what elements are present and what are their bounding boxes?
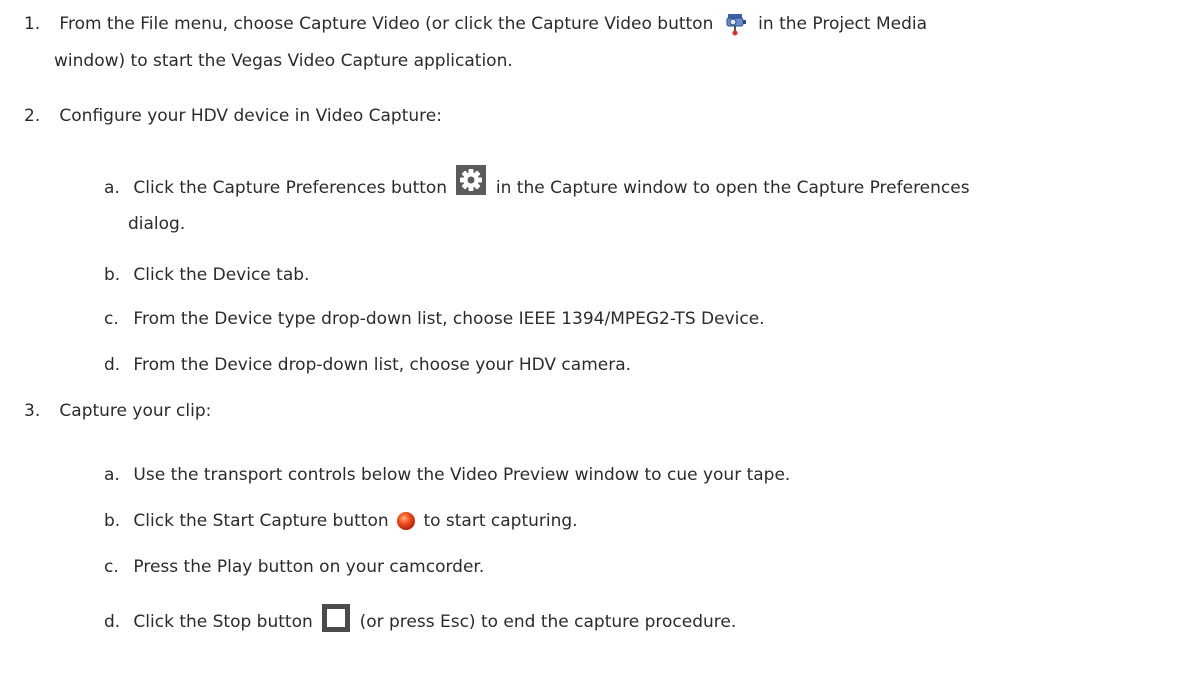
step-1-line-2: window) to start the Vegas Video Capture… bbox=[54, 50, 513, 72]
step-3b-line: b. Click the Start Capture button to sta… bbox=[104, 510, 578, 532]
substep-letter: c. bbox=[104, 309, 119, 329]
step-2a-line-2: dialog. bbox=[128, 213, 185, 235]
substep-text: Click the Device tab. bbox=[133, 265, 310, 285]
substep-text: (or press Esc) to end the capture proced… bbox=[359, 612, 737, 632]
substep-text: dialog. bbox=[128, 214, 186, 234]
capture-video-camera-icon bbox=[725, 12, 747, 36]
stop-icon bbox=[322, 604, 351, 632]
step-1-line-1: 1. From the File menu, choose Capture Vi… bbox=[24, 12, 927, 36]
step-number: 1. bbox=[24, 14, 41, 34]
step-text: From the File menu, choose Capture Video… bbox=[59, 14, 714, 34]
substep-text: Use the transport controls below the Vid… bbox=[133, 465, 791, 485]
substep-letter: a. bbox=[104, 178, 120, 198]
instruction-document: 1. From the File menu, choose Capture Vi… bbox=[0, 0, 1178, 685]
step-3c-line: c. Press the Play button on your camcord… bbox=[104, 556, 484, 578]
step-number: 3. bbox=[24, 401, 41, 421]
step-2-line: 2. Configure your HDV device in Video Ca… bbox=[24, 105, 442, 127]
step-2c-line: c. From the Device type drop-down list, … bbox=[104, 308, 765, 330]
step-text: window) to start the Vegas Video Capture… bbox=[54, 51, 513, 71]
step-number: 2. bbox=[24, 106, 41, 126]
substep-letter: b. bbox=[104, 265, 121, 285]
substep-text: in the Capture window to open the Captur… bbox=[495, 178, 970, 198]
substep-text: Click the Capture Preferences button bbox=[133, 178, 448, 198]
step-text: Capture your clip: bbox=[59, 401, 212, 421]
substep-letter: d. bbox=[104, 612, 121, 632]
substep-text: Click the Start Capture button bbox=[133, 511, 389, 531]
substep-letter: d. bbox=[104, 355, 121, 375]
gear-icon bbox=[456, 165, 487, 195]
substep-letter: c. bbox=[104, 557, 119, 577]
step-3-line: 3. Capture your clip: bbox=[24, 400, 211, 422]
substep-text: Press the Play button on your camcorder. bbox=[133, 557, 485, 577]
substep-text: to start capturing. bbox=[423, 511, 578, 531]
step-3d-line: d. Click the Stop button (or press Esc) … bbox=[104, 604, 737, 636]
record-icon bbox=[396, 511, 416, 531]
substep-text: From the Device type drop-down list, cho… bbox=[133, 309, 765, 329]
step-text: in the Project Media bbox=[758, 14, 928, 34]
step-text: Configure your HDV device in Video Captu… bbox=[59, 106, 442, 126]
step-2a-line-1: a. Click the Capture Preferences button … bbox=[104, 165, 970, 203]
step-3a-line: a. Use the transport controls below the … bbox=[104, 464, 790, 486]
step-2d-line: d. From the Device drop-down list, choos… bbox=[104, 354, 631, 376]
substep-letter: b. bbox=[104, 511, 121, 531]
substep-text: From the Device drop-down list, choose y… bbox=[133, 355, 632, 375]
substep-text: Click the Stop button bbox=[133, 612, 313, 632]
step-2b-line: b. Click the Device tab. bbox=[104, 264, 309, 286]
substep-letter: a. bbox=[104, 465, 120, 485]
